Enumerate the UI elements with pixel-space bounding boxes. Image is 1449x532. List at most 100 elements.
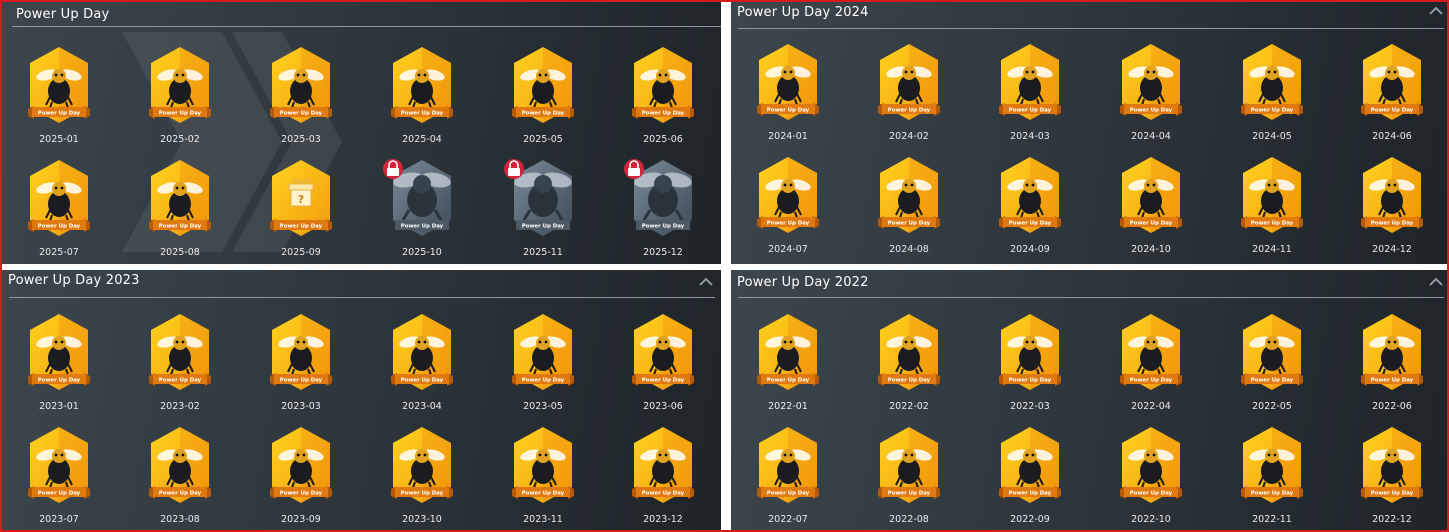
badge-2024-08[interactable]: Power Up Day 2024-08: [864, 150, 954, 262]
badge-2024-01[interactable]: Power Up Day 2024-01: [743, 37, 833, 149]
badge-2024-12[interactable]: Power Up Day 2024-12: [1347, 150, 1437, 262]
bee-icon: Power Up Day: [757, 314, 819, 390]
badge-label: 2024-07: [768, 244, 808, 255]
badge-2025-08[interactable]: Power Up Day 2025-08: [135, 153, 225, 264]
badge-2022-08[interactable]: Power Up Day 2022-08: [864, 420, 954, 530]
badge-ribbon-text: Power Up Day: [38, 223, 81, 229]
badge-2023-02[interactable]: Power Up Day 2023-02: [135, 307, 225, 419]
badge-2022-05[interactable]: Power Up Day 2022-05: [1227, 307, 1317, 419]
badge-2025-01[interactable]: Power Up Day 2025-01: [14, 40, 104, 152]
badge-label: 2023-08: [160, 514, 200, 525]
badge-2023-03[interactable]: Power Up Day 2023-03: [256, 307, 346, 419]
badge-2024-07[interactable]: Power Up Day 2024-07: [743, 150, 833, 262]
panel-divider: [738, 28, 1444, 29]
collapse-chevron-up-icon[interactable]: [1429, 6, 1443, 16]
badge-label: 2025-01: [39, 134, 79, 145]
badge-2022-04[interactable]: Power Up Day 2022-04: [1106, 307, 1196, 419]
badge-label: 2022-02: [889, 401, 929, 412]
badge-2022-12[interactable]: Power Up Day 2022-12: [1347, 420, 1437, 530]
bee-icon: Power Up Day: [270, 47, 332, 123]
badge-label: 2022-04: [1131, 401, 1171, 412]
badge-2024-10[interactable]: Power Up Day 2024-10: [1106, 150, 1196, 262]
panel-power-up-day-2023: Power Up Day 2023 Power Up Day 2023-01 Po…: [2, 270, 721, 530]
bee-icon: Power Up Day: [1361, 44, 1423, 120]
badge-2024-04[interactable]: Power Up Day 2024-04: [1106, 37, 1196, 149]
badge-2022-11[interactable]: Power Up Day 2022-11: [1227, 420, 1317, 530]
badge-2023-12[interactable]: Power Up Day 2023-12: [618, 420, 708, 530]
badge-label: 2023-05: [523, 401, 563, 412]
badge-ribbon-text: Power Up Day: [159, 223, 202, 229]
bee-icon: Power Up Day: [1120, 314, 1182, 390]
badge-2023-09[interactable]: Power Up Day 2023-09: [256, 420, 346, 530]
badge-ribbon-text: Power Up Day: [642, 377, 685, 383]
badge-2022-10[interactable]: Power Up Day 2022-10: [1106, 420, 1196, 530]
collapse-chevron-up-icon[interactable]: [1429, 277, 1443, 287]
panel-divider: [12, 26, 721, 27]
badge-label: 2025-04: [402, 134, 442, 145]
badge-ribbon-text: Power Up Day: [159, 377, 202, 383]
bee-icon: Power Up Day: [999, 427, 1061, 503]
badge-2022-02[interactable]: Power Up Day 2022-02: [864, 307, 954, 419]
badge-label: 2023-01: [39, 401, 79, 412]
bee-icon: Power Up Day: [270, 427, 332, 503]
badge-ribbon-text: Power Up Day: [767, 490, 810, 496]
badge-2025-11[interactable]: Power Up Day 2025-11: [498, 153, 588, 264]
badge-label: 2022-03: [1010, 401, 1050, 412]
svg-text:?: ?: [298, 193, 304, 206]
badge-ribbon-text: Power Up Day: [1371, 377, 1414, 383]
badge-2022-09[interactable]: Power Up Day 2022-09: [985, 420, 1075, 530]
badge-ribbon-text: Power Up Day: [38, 110, 81, 116]
badge-2025-07[interactable]: Power Up Day 2025-07: [14, 153, 104, 264]
badge-2023-07[interactable]: Power Up Day 2023-07: [14, 420, 104, 530]
badge-ribbon-text: Power Up Day: [1009, 220, 1052, 226]
badge-label: 2023-03: [281, 401, 321, 412]
badge-2023-04[interactable]: Power Up Day 2023-04: [377, 307, 467, 419]
badge-ribbon-text: Power Up Day: [1251, 490, 1294, 496]
badge-label: 2025-12: [643, 247, 683, 258]
bee-icon: Power Up Day: [149, 427, 211, 503]
badge-2025-03[interactable]: Power Up Day 2025-03: [256, 40, 346, 152]
badge-2022-01[interactable]: Power Up Day 2022-01: [743, 307, 833, 419]
badge-2025-02[interactable]: Power Up Day 2025-02: [135, 40, 225, 152]
badge-2023-01[interactable]: Power Up Day 2023-01: [14, 307, 104, 419]
badge-ribbon-text: Power Up Day: [280, 377, 323, 383]
badge-2023-08[interactable]: Power Up Day 2023-08: [135, 420, 225, 530]
badge-2022-03[interactable]: Power Up Day 2022-03: [985, 307, 1075, 419]
badge-ribbon-text: Power Up Day: [1371, 220, 1414, 226]
bee-icon: Power Up Day: [1120, 157, 1182, 233]
lock-icon: Power Up Day: [504, 159, 572, 236]
bee-icon: Power Up Day: [757, 157, 819, 233]
badge-2024-05[interactable]: Power Up Day 2024-05: [1227, 37, 1317, 149]
badge-2024-11[interactable]: Power Up Day 2024-11: [1227, 150, 1317, 262]
badge-2025-05[interactable]: Power Up Day 2025-05: [498, 40, 588, 152]
badge-label: 2023-06: [643, 401, 683, 412]
badge-ribbon-text: Power Up Day: [888, 490, 931, 496]
badge-ribbon-text: Power Up Day: [888, 377, 931, 383]
badge-2022-06[interactable]: Power Up Day 2022-06: [1347, 307, 1437, 419]
badge-ribbon-text: Power Up Day: [1009, 107, 1052, 113]
badge-2025-04[interactable]: Power Up Day 2025-04: [377, 40, 467, 152]
badge-2024-03[interactable]: Power Up Day 2024-03: [985, 37, 1075, 149]
badge-2025-09[interactable]: ? Power Up Day 2025-09: [256, 153, 346, 264]
badge-2023-10[interactable]: Power Up Day 2023-10: [377, 420, 467, 530]
badge-2024-06[interactable]: Power Up Day 2024-06: [1347, 37, 1437, 149]
badge-label: 2023-09: [281, 514, 321, 525]
collapse-chevron-up-icon[interactable]: [699, 277, 713, 287]
badge-ribbon-text: Power Up Day: [1009, 377, 1052, 383]
badge-2025-06[interactable]: Power Up Day 2025-06: [618, 40, 708, 152]
badge-2025-12[interactable]: Power Up Day 2025-12: [618, 153, 708, 264]
panel-power-up-day-2022: Power Up Day 2022 Power Up Day 2022-01 Po…: [731, 270, 1447, 530]
badge-2025-10[interactable]: Power Up Day 2025-10: [377, 153, 467, 264]
lock-icon: Power Up Day: [383, 159, 451, 236]
badge-2024-09[interactable]: Power Up Day 2024-09: [985, 150, 1075, 262]
badge-2023-05[interactable]: Power Up Day 2023-05: [498, 307, 588, 419]
badge-2023-06[interactable]: Power Up Day 2023-06: [618, 307, 708, 419]
badge-2023-11[interactable]: Power Up Day 2023-11: [498, 420, 588, 530]
bee-icon: Power Up Day: [632, 314, 694, 390]
badge-label: 2025-02: [160, 134, 200, 145]
panel-title: Power Up Day 2024: [737, 5, 869, 20]
badge-2024-02[interactable]: Power Up Day 2024-02: [864, 37, 954, 149]
badge-2022-07[interactable]: Power Up Day 2022-07: [743, 420, 833, 530]
bee-icon: Power Up Day: [1241, 157, 1303, 233]
panel-divider: [738, 297, 1444, 298]
